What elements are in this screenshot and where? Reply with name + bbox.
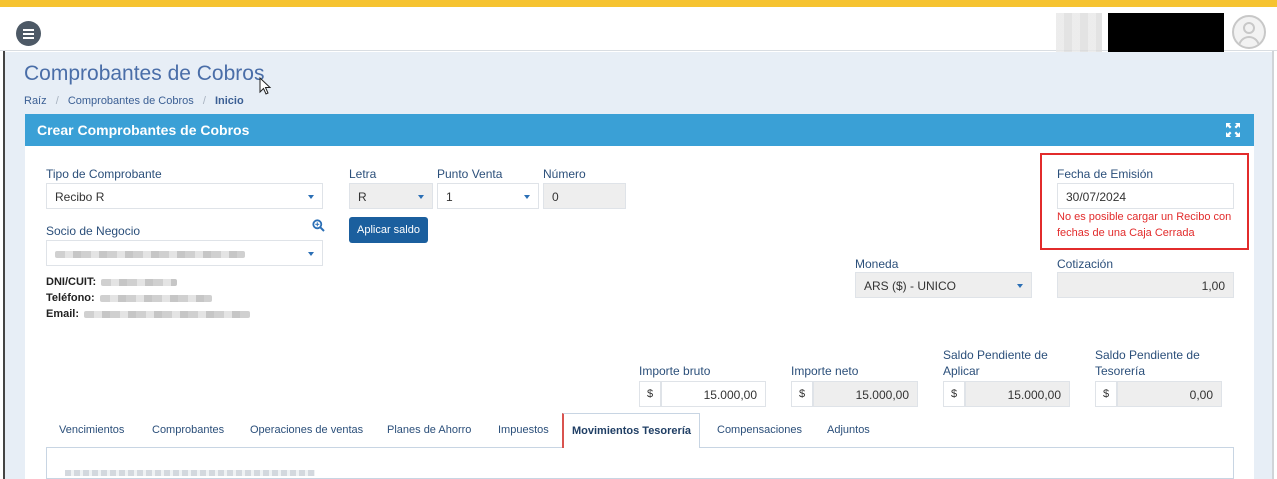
panel-header: Crear Comprobantes de Cobros bbox=[25, 114, 1254, 146]
tab-operaciones-ventas[interactable]: Operaciones de ventas bbox=[250, 413, 363, 448]
expand-arrows-icon[interactable] bbox=[1226, 123, 1240, 137]
redacted-dni bbox=[101, 278, 178, 286]
numero-field[interactable]: 0 bbox=[543, 183, 626, 209]
top-accent-stripe bbox=[0, 0, 1277, 7]
importe-neto-label: Importe neto bbox=[791, 364, 859, 378]
top-bar bbox=[0, 7, 1277, 55]
tab-planes-ahorro[interactable]: Planes de Ahorro bbox=[387, 413, 471, 448]
saldo-aplicar-label-1: Saldo Pendiente de bbox=[943, 348, 1048, 362]
saldo-tesoreria-value: 0,00 bbox=[1189, 388, 1213, 402]
fecha-error-message: No es posible cargar un Recibo con fecha… bbox=[1057, 211, 1232, 239]
breadcrumb: Raíz / Comprobantes de Cobros / Inicio bbox=[24, 95, 244, 107]
tab-movimientos-tesoreria[interactable]: Movimientos Tesorería bbox=[562, 413, 700, 449]
fecha-emision-label: Fecha de Emisión bbox=[1057, 167, 1154, 181]
currency-symbol: $ bbox=[1095, 381, 1117, 407]
redacted-logo bbox=[1056, 13, 1102, 55]
tab-impuestos[interactable]: Impuestos bbox=[498, 413, 549, 448]
dni-row: DNI/CUIT: bbox=[46, 276, 178, 288]
cotizacion-field[interactable]: 1,00 bbox=[1057, 272, 1234, 298]
tipo-comprobante-value: Recibo R bbox=[55, 190, 105, 204]
user-avatar-icon[interactable] bbox=[1232, 15, 1266, 49]
tab-compensaciones[interactable]: Compensaciones bbox=[717, 413, 802, 448]
punto-venta-value: 1 bbox=[446, 190, 453, 204]
chevron-down-icon bbox=[1017, 284, 1023, 288]
window-right-border bbox=[1272, 51, 1274, 479]
fecha-emision-value: 30/07/2024 bbox=[1066, 190, 1127, 204]
cotizacion-value: 1,00 bbox=[1201, 279, 1225, 293]
redacted-telefono bbox=[99, 294, 212, 302]
letra-select[interactable]: R bbox=[349, 183, 433, 209]
saldo-aplicar-label-2: Aplicar bbox=[943, 364, 980, 378]
telefono-row: Teléfono: bbox=[46, 292, 212, 304]
cotizacion-label: Cotización bbox=[1057, 257, 1114, 271]
fecha-emision-input[interactable]: 30/07/2024 bbox=[1057, 183, 1234, 209]
punto-venta-label: Punto Venta bbox=[437, 167, 503, 181]
redacted-socio-value bbox=[55, 251, 245, 259]
chevron-down-icon bbox=[524, 195, 530, 199]
importe-neto-value: 15.000,00 bbox=[855, 388, 909, 402]
saldo-tesoreria-label-2: Tesorería bbox=[1095, 364, 1146, 378]
redacted-username bbox=[1108, 13, 1224, 53]
importe-bruto-value: 15.000,00 bbox=[703, 388, 757, 402]
tipo-comprobante-label: Tipo de Comprobante bbox=[46, 167, 162, 181]
moneda-label: Moneda bbox=[855, 257, 899, 271]
dni-label: DNI/CUIT: bbox=[46, 276, 97, 288]
tab-vencimientos[interactable]: Vencimientos bbox=[59, 413, 124, 448]
email-row: Email: bbox=[46, 308, 251, 320]
page-title: Comprobantes de Cobros bbox=[24, 62, 265, 85]
importe-bruto-label: Importe bruto bbox=[639, 364, 711, 378]
breadcrumb-separator: / bbox=[55, 95, 59, 107]
chevron-down-icon bbox=[418, 195, 424, 199]
currency-symbol: $ bbox=[943, 381, 965, 407]
chevron-down-icon bbox=[308, 195, 314, 199]
chevron-down-icon bbox=[308, 252, 314, 256]
socio-negocio-select[interactable] bbox=[46, 240, 323, 266]
socio-negocio-label: Socio de Negocio bbox=[46, 224, 141, 238]
search-icon[interactable] bbox=[312, 219, 325, 232]
breadcrumb-separator: / bbox=[202, 95, 206, 107]
breadcrumb-comprobantes[interactable]: Comprobantes de Cobros bbox=[68, 95, 194, 107]
hamburger-icon[interactable] bbox=[16, 21, 41, 46]
mouse-cursor-icon bbox=[259, 77, 272, 95]
letra-value: R bbox=[358, 190, 367, 204]
letra-label: Letra bbox=[349, 167, 377, 181]
currency-symbol: $ bbox=[791, 381, 813, 407]
numero-value: 0 bbox=[552, 190, 559, 204]
saldo-aplicar-field[interactable]: 15.000,00 bbox=[965, 381, 1070, 407]
breadcrumb-root[interactable]: Raíz bbox=[24, 95, 47, 107]
breadcrumb-current: Inicio bbox=[214, 95, 244, 107]
tab-bar: Vencimientos Comprobantes Operaciones de… bbox=[46, 413, 1234, 449]
aplicar-saldo-button[interactable]: Aplicar saldo bbox=[349, 217, 428, 243]
telefono-label: Teléfono: bbox=[46, 292, 95, 304]
currency-symbol: $ bbox=[639, 381, 661, 407]
importe-neto-field[interactable]: 15.000,00 bbox=[813, 381, 918, 407]
importe-bruto-field[interactable]: 15.000,00 bbox=[661, 381, 766, 407]
tipo-comprobante-select[interactable]: Recibo R bbox=[46, 183, 323, 209]
saldo-aplicar-value: 15.000,00 bbox=[1007, 388, 1061, 402]
moneda-value: ARS ($) - UNICO bbox=[864, 279, 957, 293]
email-label: Email: bbox=[46, 308, 80, 320]
panel-title: Crear Comprobantes de Cobros bbox=[37, 122, 250, 138]
moneda-select[interactable]: ARS ($) - UNICO bbox=[855, 272, 1032, 298]
redacted-email bbox=[84, 310, 251, 318]
punto-venta-select[interactable]: 1 bbox=[437, 183, 539, 209]
tab-comprobantes[interactable]: Comprobantes bbox=[152, 413, 224, 448]
tab-content bbox=[46, 448, 1234, 479]
saldo-tesoreria-field[interactable]: 0,00 bbox=[1117, 381, 1222, 407]
numero-label: Número bbox=[543, 167, 586, 181]
cropped-content-row bbox=[65, 470, 315, 476]
saldo-tesoreria-label-1: Saldo Pendiente de bbox=[1095, 348, 1200, 362]
tab-adjuntos[interactable]: Adjuntos bbox=[827, 413, 870, 448]
